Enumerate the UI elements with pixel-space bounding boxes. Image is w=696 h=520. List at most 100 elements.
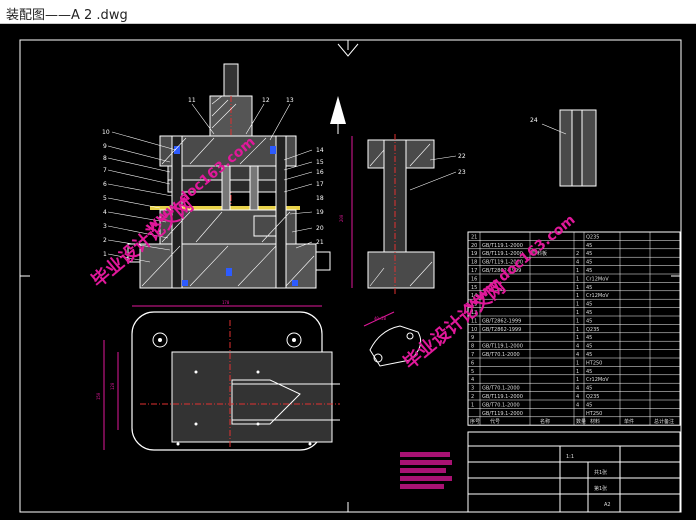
- watermark-url: www.doc163.com: [462, 212, 578, 313]
- bom-cell: Cr12MoV: [586, 276, 609, 282]
- svg-text:8: 8: [103, 155, 107, 162]
- bom-cell: 3: [471, 386, 474, 392]
- title-block-mark: A2: [604, 502, 611, 508]
- bom-cell: 45: [586, 285, 592, 291]
- punch-stem: [223, 63, 239, 97]
- bom-header-cell: 备注: [664, 418, 674, 425]
- bom-cell: 1: [576, 377, 579, 383]
- bom-cell: 45: [586, 402, 592, 408]
- bom-cell: 1: [576, 335, 579, 341]
- detail-view-24: 24: [530, 109, 597, 187]
- svg-text:3: 3: [103, 223, 107, 230]
- bom-cell: 17: [471, 268, 477, 274]
- bom-table: 21 Q23520 GB/T119.1-2000 4519 GB/T119.1-2000…: [467, 231, 681, 426]
- svg-text:9: 9: [103, 143, 107, 150]
- title-block-sheet2: 第1张: [594, 485, 607, 492]
- svg-text:1: 1: [103, 251, 107, 258]
- bom-cell: 4: [471, 377, 474, 383]
- bom-cell: 8: [471, 344, 474, 350]
- plan-view: 170 150 120: [96, 300, 340, 451]
- bom-cell: Cr12MoV: [586, 293, 609, 299]
- bom-cell: 45: [586, 310, 592, 316]
- svg-text:16: 16: [316, 169, 324, 176]
- svg-text:17: 17: [316, 181, 324, 188]
- bom-cell: 4: [576, 344, 579, 350]
- side-section-view: 22 23: [367, 134, 466, 294]
- svg-text:18: 18: [316, 195, 324, 202]
- svg-text:5: 5: [103, 195, 107, 202]
- lower-die-base: [139, 243, 317, 289]
- bom-cell: GB/T2862-1999: [482, 327, 521, 333]
- bolt-icon: [226, 268, 232, 276]
- bom-cell: 45: [586, 335, 592, 341]
- bom-cell: GB/T119.1-2000: [482, 243, 523, 249]
- bom-cell: 1: [471, 402, 474, 408]
- bom-cell: 4: [576, 402, 579, 408]
- svg-text:7: 7: [103, 167, 107, 174]
- bom-cell: 1: [576, 310, 579, 316]
- bolt-icon: [292, 280, 298, 286]
- bom-cell: 20: [471, 243, 477, 249]
- bom-cell: 2: [471, 394, 474, 400]
- bom-cell: Q235: [586, 234, 599, 240]
- bom-cell: 45: [586, 260, 592, 266]
- dimension-vertical-main: 200: [339, 214, 344, 222]
- bom-cell: 16: [471, 276, 477, 282]
- drawing-canvas[interactable]: 200 10 9 8 7 6 5 4 3 2 1 11 12 13 14 15 …: [0, 24, 696, 520]
- bom-cell: GB/T119.1-2000: [482, 411, 523, 417]
- bom-cell: 1: [576, 369, 579, 375]
- bom-cell: Cr12MoV: [586, 377, 609, 383]
- bom-header-cell: 总计: [654, 418, 664, 425]
- bom-cell: GB/T70.1-2000: [482, 386, 520, 392]
- svg-text:10: 10: [102, 129, 110, 136]
- bom-header-cell: 序号: [470, 418, 480, 425]
- bom-cell: 45: [586, 251, 592, 257]
- main-section-view: 200: [127, 63, 353, 289]
- bom-cell: 18: [471, 260, 477, 266]
- bom-cell: 45: [586, 369, 592, 375]
- bom-cell: 1: [576, 268, 579, 274]
- bom-cell: 45: [586, 268, 592, 274]
- bom-cell: 45: [586, 352, 592, 358]
- bom-cell: 4: [576, 394, 579, 400]
- bom-cell: GB/T2862-1999: [482, 318, 521, 324]
- svg-text:19: 19: [316, 209, 324, 216]
- bom-cell: Q235: [586, 394, 599, 400]
- bom-cell: 1: [576, 293, 579, 299]
- svg-text:22: 22: [458, 153, 466, 160]
- bom-cell: 1: [576, 327, 579, 333]
- window-title: 装配图——A 2 .dwg: [6, 8, 128, 23]
- bom-cell: Q235: [586, 327, 599, 333]
- svg-text:24: 24: [530, 117, 538, 124]
- dimension-top-plan: 170: [222, 300, 230, 305]
- bom-cell: 21: [471, 234, 477, 240]
- bom-cell: 7: [471, 352, 474, 358]
- window-title-bar: 装配图——A 2 .dwg: [0, 0, 696, 24]
- bom-cell: 45: [586, 302, 592, 308]
- bom-header-cell: 材料: [590, 418, 600, 425]
- bom-cell: 45: [586, 386, 592, 392]
- bom-cell: 6: [471, 360, 474, 366]
- svg-text:21: 21: [316, 239, 324, 246]
- svg-text:11: 11: [188, 97, 196, 104]
- punch: [249, 165, 259, 211]
- bom-cell: GB/T70.1-2000: [482, 352, 520, 358]
- svg-text:6: 6: [103, 181, 107, 188]
- bom-header-cell: 单件: [624, 418, 634, 425]
- technical-notes: [400, 452, 452, 489]
- svg-text:12: 12: [262, 97, 270, 104]
- svg-text:4: 4: [103, 209, 107, 216]
- bom-cell: 1: [576, 360, 579, 366]
- title-block: 1:1 共1张 第1张 A2: [467, 431, 681, 513]
- bom-cell: 1: [576, 318, 579, 324]
- bom-cell: 1: [576, 302, 579, 308]
- bom-cell: GB/T119.1-2000: [482, 344, 523, 350]
- dimension-strip: 40×20: [374, 316, 387, 321]
- svg-text:23: 23: [458, 169, 466, 176]
- bolt-icon: [270, 146, 276, 154]
- bom-cell: 5: [471, 369, 474, 375]
- svg-text:14: 14: [316, 147, 324, 154]
- press-direction-arrow: [330, 96, 346, 124]
- cad-viewport[interactable]: 200 10 9 8 7 6 5 4 3 2 1 11 12 13 14 15 …: [0, 24, 696, 520]
- bom-cell: 4: [576, 260, 579, 266]
